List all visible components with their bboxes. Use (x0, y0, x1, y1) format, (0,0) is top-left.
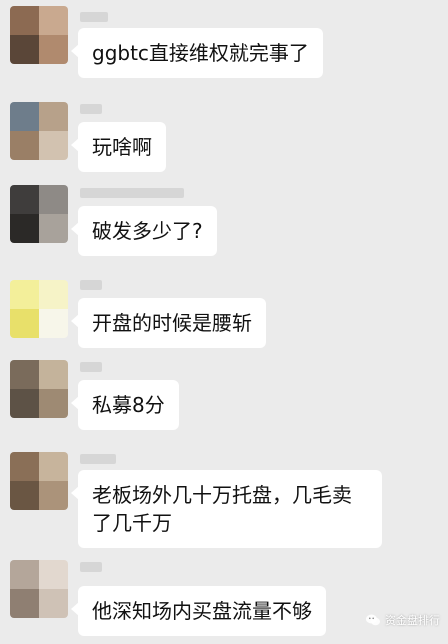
avatar[interactable] (10, 102, 68, 160)
message-bubble[interactable]: 玩啥啊 (71, 122, 166, 172)
avatar-pixel (39, 102, 68, 131)
avatar[interactable] (10, 185, 68, 243)
avatar[interactable] (10, 560, 68, 618)
chat-log: ggbtc直接维权就完事了 玩啥啊 破发多少了? 开盘的时候是腰斩 私募8分 老… (0, 0, 448, 644)
avatar[interactable] (10, 280, 68, 338)
avatar-pixel (10, 6, 39, 35)
avatar-pixel (39, 481, 68, 510)
watermark-text: 资金盘排行 (385, 614, 440, 627)
avatar[interactable] (10, 452, 68, 510)
avatar[interactable] (10, 6, 68, 64)
avatar-pixel (10, 35, 39, 64)
avatar-pixel (39, 589, 68, 618)
avatar-pixel (39, 360, 68, 389)
message-bubble[interactable]: 私募8分 (71, 380, 179, 430)
avatar-pixel (39, 452, 68, 481)
wechat-icon (366, 614, 380, 626)
avatar-pixel (10, 560, 39, 589)
avatar-pixel (10, 589, 39, 618)
avatar-pixel (39, 35, 68, 64)
avatar-pixel (10, 452, 39, 481)
message-bubble[interactable]: 他深知场内买盘流量不够 (71, 586, 326, 636)
avatar-pixel (10, 185, 39, 214)
avatar-pixel (10, 214, 39, 243)
avatar-pixel (39, 185, 68, 214)
sender-name-blurred (80, 362, 102, 372)
message-bubble[interactable]: 开盘的时候是腰斩 (71, 298, 266, 348)
sender-name-blurred (80, 104, 102, 114)
message-bubble[interactable]: ggbtc直接维权就完事了 (71, 28, 323, 78)
avatar-pixel (10, 481, 39, 510)
sender-name-blurred (80, 12, 108, 22)
message-bubble[interactable]: 破发多少了? (71, 206, 217, 256)
sender-name-blurred (80, 454, 116, 464)
avatar-pixel (39, 214, 68, 243)
avatar-pixel (10, 102, 39, 131)
avatar-pixel (39, 280, 68, 309)
watermark: 资金盘排行 (365, 612, 440, 628)
avatar[interactable] (10, 360, 68, 418)
avatar-pixel (39, 389, 68, 418)
sender-name-blurred (80, 562, 102, 572)
avatar-pixel (10, 389, 39, 418)
avatar-pixel (39, 131, 68, 160)
avatar-pixel (39, 6, 68, 35)
avatar-pixel (39, 560, 68, 589)
sender-name-blurred (80, 280, 102, 290)
avatar-pixel (39, 309, 68, 338)
avatar-pixel (10, 309, 39, 338)
sender-name-blurred (80, 188, 184, 198)
message-bubble[interactable]: 老板场外几十万托盘，几毛卖了几千万 (71, 470, 382, 548)
avatar-pixel (10, 280, 39, 309)
avatar-pixel (10, 131, 39, 160)
avatar-pixel (10, 360, 39, 389)
